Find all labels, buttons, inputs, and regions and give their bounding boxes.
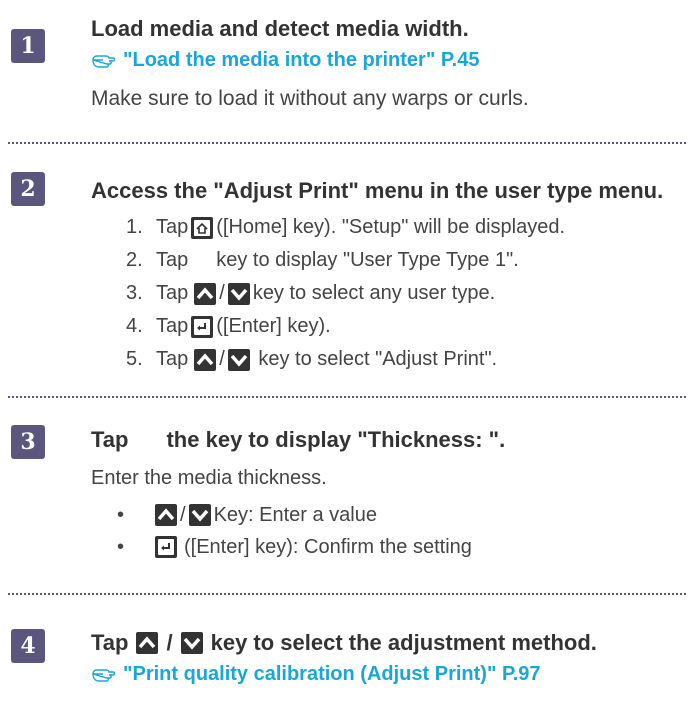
list-item: 1. Tap ([Home] key). "Setup" will be dis…	[126, 216, 566, 239]
up-key-icon	[155, 504, 177, 526]
step-number-badge: 1	[11, 29, 45, 63]
section-divider	[8, 593, 686, 595]
down-key-icon	[188, 504, 211, 526]
up-key-icon	[136, 632, 159, 654]
section-divider	[8, 396, 686, 398]
down-key-icon	[180, 632, 203, 654]
pointing-hand-icon	[91, 665, 117, 685]
cross-reference-link[interactable]: "Load the media into the printer" P.45	[91, 49, 479, 72]
link-label[interactable]: "Load the media into the printer" P.45	[123, 49, 479, 72]
right-key-icon	[191, 250, 213, 272]
list-item: 3. Tap / key to select any user type.	[126, 282, 496, 305]
link-label[interactable]: "Print quality calibration (Adjust Print…	[123, 663, 541, 686]
right-key-icon	[136, 429, 158, 451]
down-key-icon	[227, 282, 250, 305]
instruction-list: 1. Tap ([Home] key). "Setup" will be dis…	[126, 211, 565, 376]
cross-reference-link[interactable]: "Print quality calibration (Adjust Print…	[91, 663, 541, 686]
step-title: Load media and detect media width.	[91, 16, 469, 41]
pointing-hand-icon	[91, 51, 117, 71]
step-number-badge: 2	[11, 172, 45, 206]
down-key-icon	[227, 348, 250, 371]
list-item: 4. Tap ([Enter] key).	[126, 315, 331, 338]
bullet-list: • / Key: Enter a value • ([Enter] key): …	[117, 499, 472, 563]
section-divider	[8, 142, 686, 144]
step-number-badge: 4	[11, 629, 45, 663]
step-title: Tap the key to display "Thickness: ".	[91, 427, 506, 452]
step-number-badge: 3	[11, 425, 45, 459]
step-title: Tap / key to select the adjustment metho…	[91, 630, 597, 655]
enter-key-icon	[155, 536, 177, 558]
enter-key-icon	[191, 315, 214, 338]
home-key-icon	[191, 216, 214, 239]
up-key-icon	[194, 282, 217, 305]
up-key-icon	[194, 348, 217, 371]
step-description: Enter the media thickness.	[91, 467, 327, 489]
step-title: Access the "Adjust Print" menu in the us…	[91, 178, 664, 203]
list-item: 5. Tap / key to select "Adjust Print".	[126, 348, 498, 371]
list-item: 2. Tap key to display "User Type Type 1"…	[126, 249, 519, 272]
list-item: • / Key: Enter a value	[117, 503, 377, 526]
list-item: • ([Enter] key): Confirm the setting	[117, 535, 472, 558]
step-description: Make sure to load it without any warps o…	[91, 87, 529, 110]
